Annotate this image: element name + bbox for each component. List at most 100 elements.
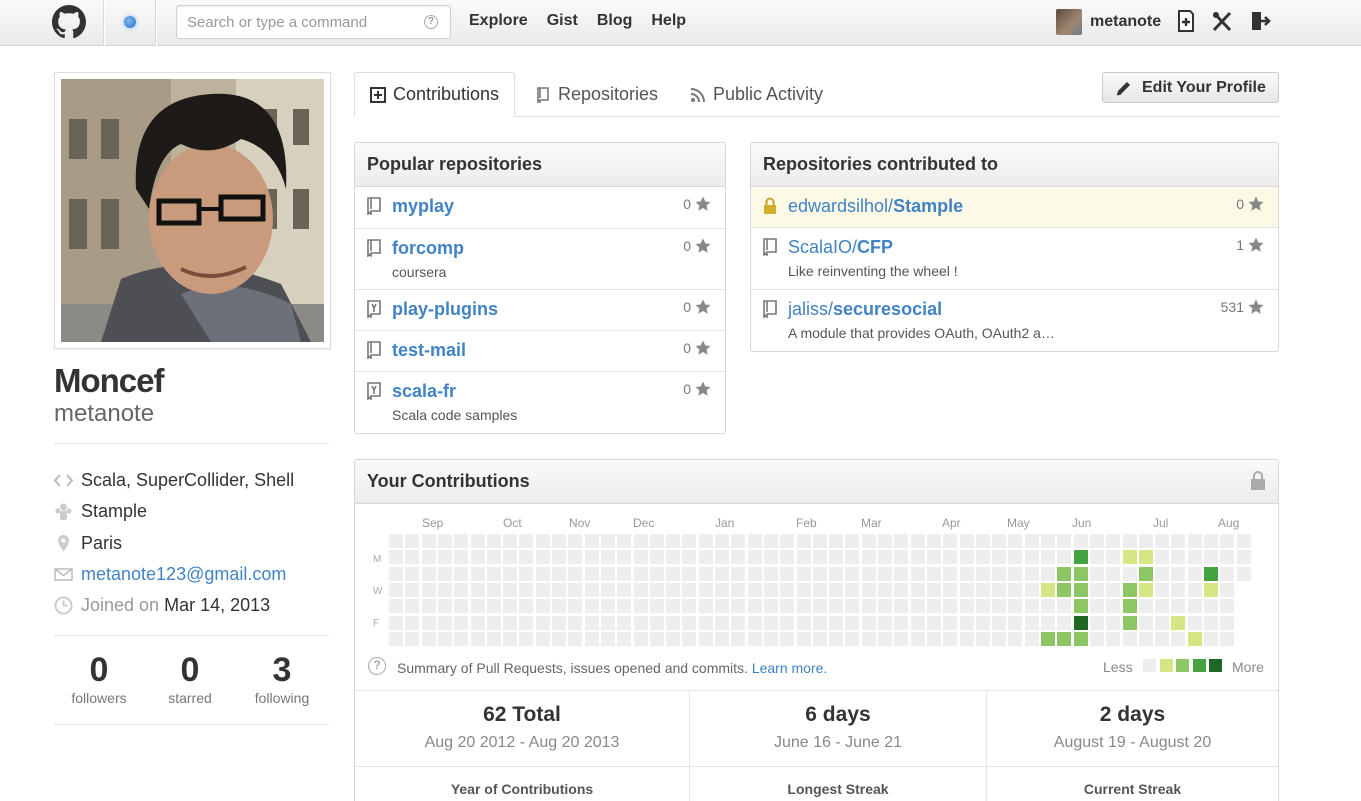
contribution-day-cell[interactable] [389, 567, 403, 581]
contribution-day-cell[interactable] [405, 616, 419, 630]
contribution-day-cell[interactable] [405, 583, 419, 597]
contribution-day-cell[interactable] [471, 534, 485, 548]
contribution-day-cell[interactable] [601, 632, 615, 646]
sign-out-icon[interactable] [1249, 9, 1271, 33]
contribution-day-cell[interactable] [1057, 583, 1071, 597]
contribution-day-cell[interactable] [650, 567, 664, 581]
contribution-day-cell[interactable] [960, 599, 974, 613]
contribution-day-cell[interactable] [1074, 599, 1088, 613]
contribution-day-cell[interactable] [1171, 632, 1185, 646]
contribution-day-cell[interactable] [1090, 534, 1104, 548]
contribution-day-cell[interactable] [911, 599, 925, 613]
contribution-day-cell[interactable] [862, 550, 876, 564]
contribution-day-cell[interactable] [682, 632, 696, 646]
contribution-day-cell[interactable] [666, 583, 680, 597]
contribution-day-cell[interactable] [943, 567, 957, 581]
contribution-day-cell[interactable] [992, 632, 1006, 646]
nav-help-link[interactable]: Help [651, 12, 686, 30]
contribution-day-cell[interactable] [438, 550, 452, 564]
contribution-day-cell[interactable] [454, 599, 468, 613]
contribution-day-cell[interactable] [960, 616, 974, 630]
contribution-day-cell[interactable] [617, 599, 631, 613]
contribution-day-cell[interactable] [1155, 632, 1169, 646]
contribution-day-cell[interactable] [1074, 534, 1088, 548]
contribution-day-cell[interactable] [1041, 616, 1055, 630]
contribution-day-cell[interactable] [552, 550, 566, 564]
contribution-day-cell[interactable] [878, 550, 892, 564]
contribution-day-cell[interactable] [943, 583, 957, 597]
repo-row[interactable]: scala-fr Scala code samples 0 [355, 371, 725, 432]
contribution-day-cell[interactable] [438, 632, 452, 646]
contribution-day-cell[interactable] [1188, 599, 1202, 613]
contribution-day-cell[interactable] [1171, 599, 1185, 613]
contribution-day-cell[interactable] [617, 550, 631, 564]
contribution-day-cell[interactable] [634, 550, 648, 564]
contribution-day-cell[interactable] [813, 567, 827, 581]
contribution-day-cell[interactable] [829, 583, 843, 597]
contribution-day-cell[interactable] [927, 599, 941, 613]
github-logo-icon[interactable] [52, 5, 86, 39]
contribution-day-cell[interactable] [1106, 599, 1120, 613]
repo-row[interactable]: play-plugins 0 [355, 289, 725, 330]
contribution-day-cell[interactable] [1155, 534, 1169, 548]
contribution-day-cell[interactable] [650, 616, 664, 630]
contribution-day-cell[interactable] [731, 567, 745, 581]
contribution-day-cell[interactable] [1025, 550, 1039, 564]
contributed-repo-row[interactable]: edwardsilhol/Stample 0 [751, 187, 1278, 227]
contribution-day-cell[interactable] [943, 632, 957, 646]
contribution-day-cell[interactable] [845, 583, 859, 597]
contribution-day-cell[interactable] [519, 550, 533, 564]
contribution-day-cell[interactable] [536, 534, 550, 548]
contribution-day-cell[interactable] [780, 632, 794, 646]
contribution-day-cell[interactable] [422, 534, 436, 548]
contribution-day-cell[interactable] [666, 632, 680, 646]
contribution-day-cell[interactable] [454, 632, 468, 646]
contribution-day-cell[interactable] [568, 632, 582, 646]
contribution-day-cell[interactable] [780, 583, 794, 597]
contribution-day-cell[interactable] [878, 599, 892, 613]
contribution-day-cell[interactable] [878, 583, 892, 597]
contribution-day-cell[interactable] [894, 632, 908, 646]
contribution-day-cell[interactable] [960, 632, 974, 646]
contribution-day-cell[interactable] [976, 616, 990, 630]
contribution-day-cell[interactable] [1025, 534, 1039, 548]
contribution-day-cell[interactable] [911, 550, 925, 564]
contribution-day-cell[interactable] [454, 583, 468, 597]
contribution-day-cell[interactable] [585, 583, 599, 597]
contribution-day-cell[interactable] [682, 616, 696, 630]
contribution-day-cell[interactable] [1139, 599, 1153, 613]
contribution-day-cell[interactable] [650, 583, 664, 597]
contribution-day-cell[interactable] [943, 599, 957, 613]
contribution-day-cell[interactable] [699, 534, 713, 548]
contribution-day-cell[interactable] [976, 567, 990, 581]
repo-name-link[interactable]: edwardsilhol/Stample [788, 196, 963, 217]
contribution-day-cell[interactable] [1171, 583, 1185, 597]
contributed-repo-row[interactable]: jaliss/securesocial A module that provide… [751, 289, 1278, 351]
contribution-day-cell[interactable] [1237, 550, 1251, 564]
contribution-day-cell[interactable] [1204, 599, 1218, 613]
contribution-day-cell[interactable] [552, 583, 566, 597]
repo-row[interactable]: myplay 0 [355, 187, 725, 228]
contribution-day-cell[interactable] [634, 567, 648, 581]
contribution-day-cell[interactable] [797, 567, 811, 581]
contribution-day-cell[interactable] [405, 567, 419, 581]
contribution-day-cell[interactable] [1008, 616, 1022, 630]
contribution-day-cell[interactable] [911, 534, 925, 548]
contribution-day-cell[interactable] [715, 583, 729, 597]
contribution-day-cell[interactable] [1057, 550, 1071, 564]
contribution-day-cell[interactable] [1008, 599, 1022, 613]
contribution-day-cell[interactable] [1188, 583, 1202, 597]
contribution-day-cell[interactable] [911, 632, 925, 646]
repo-name-link[interactable]: myplay [392, 196, 454, 217]
contribution-day-cell[interactable] [829, 567, 843, 581]
contribution-day-cell[interactable] [813, 550, 827, 564]
contribution-day-cell[interactable] [1057, 632, 1071, 646]
help-icon[interactable]: ? [424, 15, 438, 29]
contribution-day-cell[interactable] [797, 632, 811, 646]
contribution-day-cell[interactable] [845, 550, 859, 564]
contribution-day-cell[interactable] [845, 567, 859, 581]
help-circle-icon[interactable]: ? [368, 657, 386, 675]
contribution-day-cell[interactable] [1008, 534, 1022, 548]
contribution-day-cell[interactable] [1106, 534, 1120, 548]
contribution-day-cell[interactable] [1106, 583, 1120, 597]
